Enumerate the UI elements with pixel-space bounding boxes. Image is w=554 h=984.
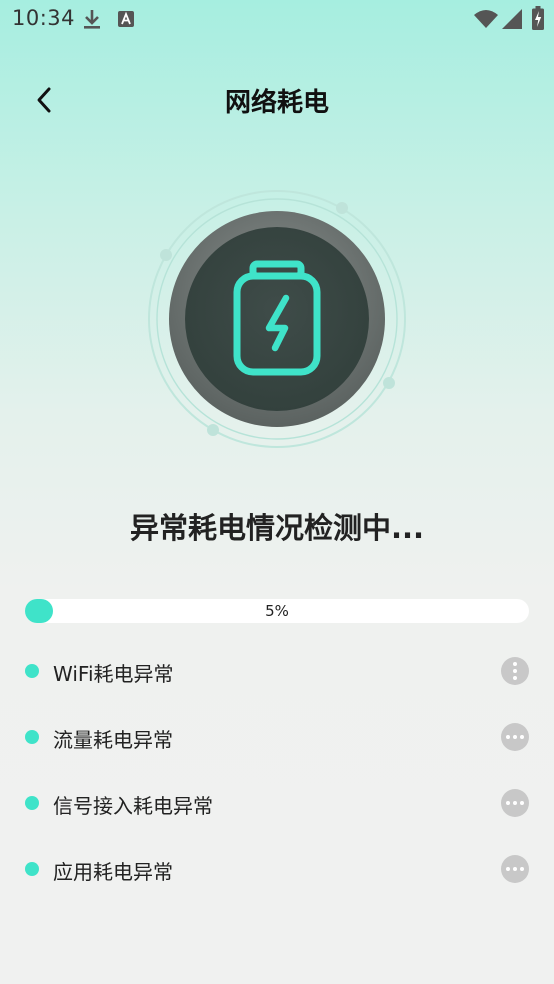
more-horizontal-icon[interactable] [501,855,529,883]
more-horizontal-icon[interactable] [501,723,529,751]
list-item-wifi: WiFi耗电异常 [0,638,554,704]
wifi-icon [474,10,498,28]
list-item-apps: 应用耗电异常 [0,836,554,902]
list-item-signal: 信号接入耗电异常 [0,770,554,836]
scan-progress-bar: 5% [25,599,529,623]
status-dot [25,796,39,810]
header: 网络耗电 [0,72,554,128]
status-dot [25,664,39,678]
item-label: 应用耗电异常 [53,860,173,884]
battery-scan-graphic [146,190,408,452]
download-icon [84,10,100,29]
list-item-data: 流量耗电异常 [0,704,554,770]
signal-icon [502,9,522,29]
battery-charging-icon [532,6,544,30]
scan-status-text: 异常耗电情况检测中... [129,511,425,545]
more-horizontal-icon[interactable] [501,789,529,817]
a-notification-icon [118,11,134,27]
item-label: 流量耗电异常 [53,728,173,752]
status-dot [25,862,39,876]
page-title: 网络耗电 [224,88,329,118]
status-time: 10:34 [12,6,76,30]
progress-label: 5% [265,602,289,620]
status-dot [25,730,39,744]
item-label: 信号接入耗电异常 [53,794,213,818]
status-bar: 10:34 [0,0,554,38]
item-label: WiFi耗电异常 [53,662,174,686]
more-vertical-icon[interactable] [501,657,529,685]
